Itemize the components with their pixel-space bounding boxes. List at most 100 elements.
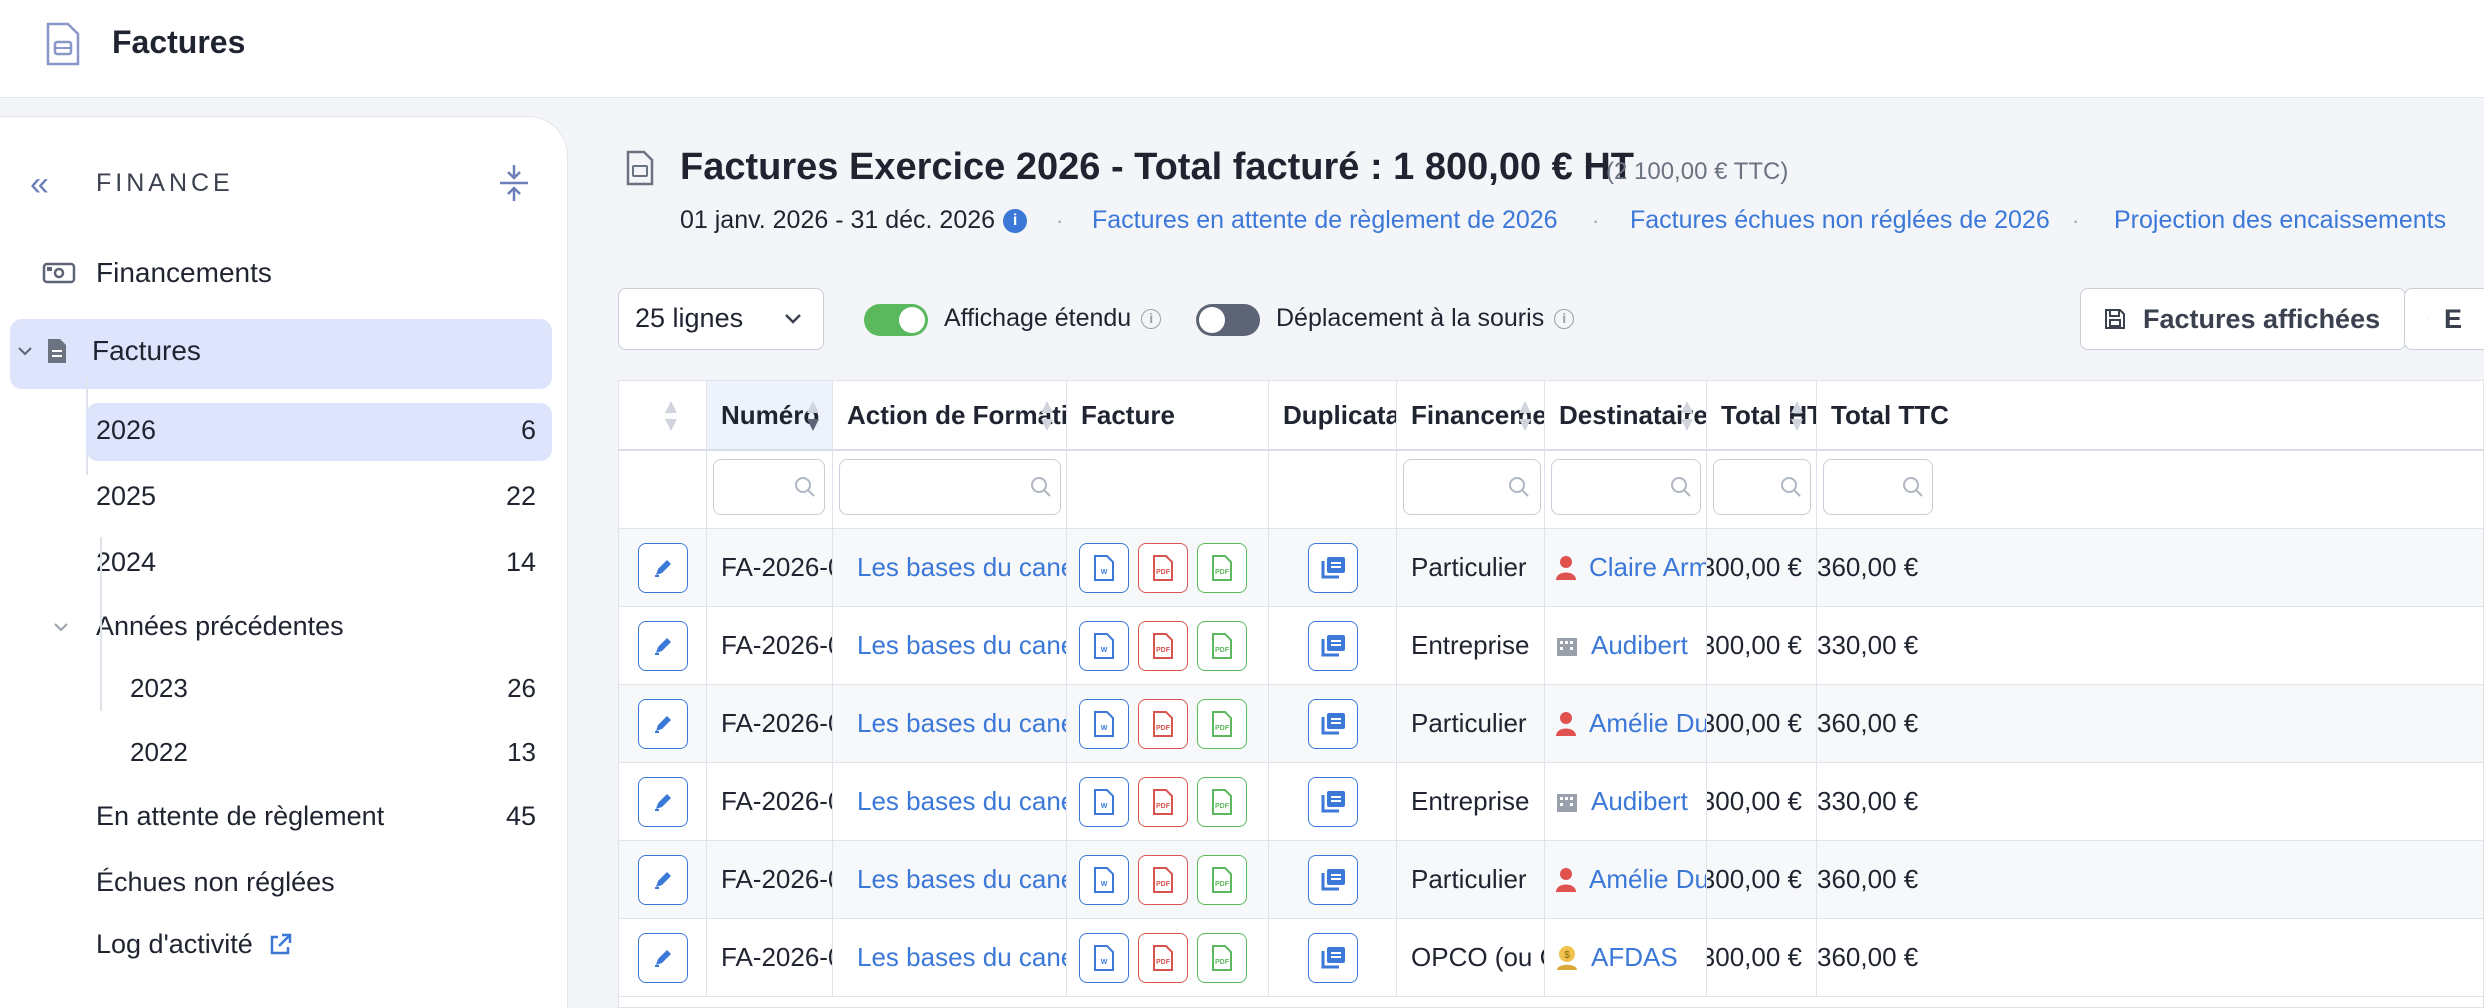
filter-ht-input[interactable] [1713,459,1811,515]
lines-per-page-select[interactable]: 25 lignes [618,288,824,350]
duplicate-button[interactable] [1307,776,1358,827]
duplicate-button[interactable] [1307,932,1358,983]
action-link[interactable]: Les bases du canevas [857,942,1066,973]
action-link[interactable]: Les bases du canevas [857,864,1066,895]
pdf-download-button[interactable]: PDF [1138,542,1188,593]
pdf-download-button[interactable]: PDF [1138,698,1188,749]
recipient-link[interactable]: Audibert [1591,786,1688,817]
info-icon[interactable]: i [1554,308,1575,329]
pdf-file-icon: PDF [1153,788,1173,815]
separator-dot: · [1056,208,1064,233]
col-header-financement[interactable]: Financement [1397,381,1545,451]
toggle-extended-view[interactable] [864,304,928,336]
sidebar-year-2023[interactable]: 2023 26 [130,673,536,704]
col-header-actions[interactable] [619,381,707,451]
pencil-icon [654,559,671,577]
pdf-signed-download-button[interactable]: PDF [1197,932,1247,983]
chevron-down-icon[interactable] [52,620,70,634]
edit-button[interactable] [637,776,688,827]
chevron-down-icon[interactable] [16,344,34,358]
export-button[interactable]: E [2404,288,2484,350]
pdf-signed-download-button[interactable]: PDF [1197,776,1247,827]
cell-total-ttc: 360,00 € [1817,919,2483,997]
duplicate-button[interactable] [1307,620,1358,671]
svg-text:PDF: PDF [1156,959,1171,966]
cell-action: Les bases du canevas [833,529,1067,607]
sidebar-item-log[interactable]: Log d'activité [96,929,293,960]
cell-duplicata [1269,841,1397,919]
displayed-invoices-button[interactable]: Factures affichées [2080,288,2406,350]
filter-destinataire-input[interactable] [1551,459,1701,515]
recipient-link[interactable]: Claire Armand [1589,552,1706,583]
cell-duplicata [1269,685,1397,763]
cell-financement: Particulier [1397,841,1545,919]
pdf-signed-download-button[interactable]: PDF [1197,854,1247,905]
col-header-total-ht[interactable]: Total HT [1707,381,1817,451]
duplicate-button[interactable] [1307,698,1358,749]
sidebar-year-2025[interactable]: 2025 22 [96,481,536,512]
filter-financement-input[interactable] [1403,459,1541,515]
col-header-total-ttc[interactable]: Total TTC [1817,381,2483,451]
pdf-file-icon: PDF [1153,866,1173,893]
sidebar-item-financements[interactable]: Financements [42,257,272,289]
sidebar-previous-years[interactable]: Années précédentes [52,611,344,642]
pdf-signed-download-button[interactable]: PDF [1197,698,1247,749]
action-link[interactable]: Les bases du canevas [857,630,1066,661]
header-label: Action de Formation [847,399,1066,430]
duplicate-button[interactable] [1307,542,1358,593]
edit-button[interactable] [637,854,688,905]
sidebar-item-pending[interactable]: En attente de règlement 45 [96,801,536,832]
sidebar-year-2026[interactable]: 2026 6 [96,415,536,446]
action-link[interactable]: Les bases du canevas [857,786,1066,817]
edit-button[interactable] [637,698,688,749]
word-download-button[interactable]: W [1079,542,1129,593]
year-count: 6 [520,415,536,445]
sidebar-item-factures[interactable]: Factures [16,335,201,367]
compress-icon[interactable] [496,163,532,203]
collapse-sidebar-icon[interactable]: « [30,165,49,204]
edit-button[interactable] [637,542,688,593]
col-header-action-formation[interactable]: Action de Formation [833,381,1067,451]
cell-duplicata [1269,919,1397,997]
svg-text:W: W [1101,569,1108,576]
sidebar-item-overdue[interactable]: Échues non réglées [96,867,536,898]
filter-numero-input[interactable] [713,459,825,515]
word-download-button[interactable]: W [1079,776,1129,827]
info-icon[interactable]: i [1003,208,1028,233]
word-download-button[interactable]: W [1079,932,1129,983]
pdf-download-button[interactable]: PDF [1138,932,1188,983]
filter-action-input[interactable] [839,459,1061,515]
pdf-download-button[interactable]: PDF [1138,776,1188,827]
link-overdue-2026[interactable]: Factures échues non réglées de 2026 [1630,206,2050,235]
filter-ttc-input[interactable] [1823,459,1933,515]
recipient-link[interactable]: Amélie Durand [1589,708,1706,739]
sidebar-year-2022[interactable]: 2022 13 [130,737,536,768]
action-link[interactable]: Les bases du canevas [857,708,1066,739]
link-projection[interactable]: Projection des encaissements [2114,206,2446,235]
col-header-numero[interactable]: Numéro [707,381,833,451]
toggle-mouse-scroll[interactable] [1196,304,1260,336]
recipient-link[interactable]: Amélie Durand [1589,864,1706,895]
pdf-download-button[interactable]: PDF [1138,854,1188,905]
filter-cell-duplicata [1269,451,1397,529]
action-link[interactable]: Les bases du canevas [857,552,1066,583]
cell-facture: W PDF PDF [1067,841,1269,919]
word-download-button[interactable]: W [1079,620,1129,671]
pdf-download-button[interactable]: PDF [1138,620,1188,671]
sidebar-year-2024[interactable]: 2024 14 [96,547,536,578]
pdf-signed-download-button[interactable]: PDF [1197,620,1247,671]
col-header-destinataire[interactable]: Destinataire [1545,381,1707,451]
word-download-button[interactable]: W [1079,698,1129,749]
info-icon[interactable]: i [1141,308,1162,329]
svg-text:W: W [1101,959,1108,966]
edit-button[interactable] [637,620,688,671]
word-download-button[interactable]: W [1079,854,1129,905]
edit-button[interactable] [637,932,688,983]
recipient-link[interactable]: Audibert [1591,630,1688,661]
sort-icon [665,401,677,431]
filter-cell-facture [1067,451,1269,529]
link-pending-2026[interactable]: Factures en attente de règlement de 2026 [1092,206,1558,235]
recipient-link[interactable]: AFDAS [1591,942,1678,973]
duplicate-button[interactable] [1307,854,1358,905]
pdf-signed-download-button[interactable]: PDF [1197,542,1247,593]
